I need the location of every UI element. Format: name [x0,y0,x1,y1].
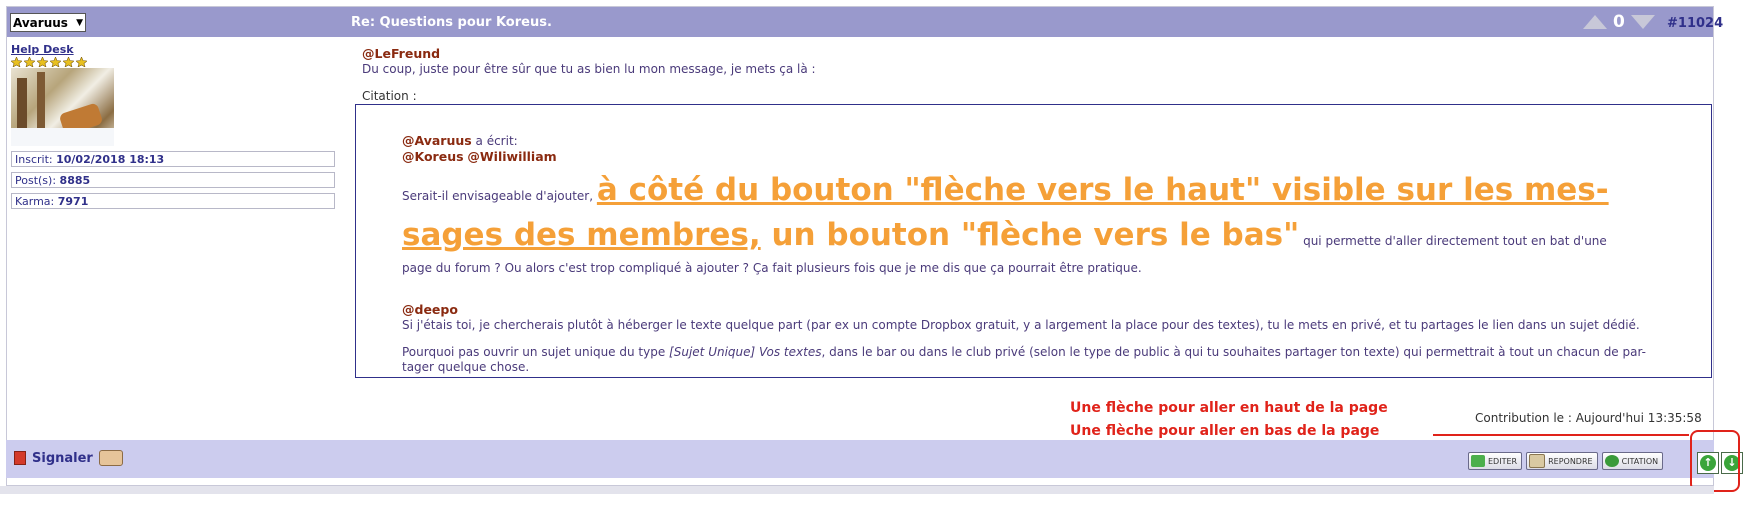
user-rank[interactable]: Help Desk [11,43,341,56]
quote-icon [1604,455,1619,467]
rank-star-icon [63,57,74,67]
rank-star-icon [11,57,22,67]
user-select-value: Avaruus [13,15,68,30]
vote-control: 0 [1583,12,1655,32]
moderation-icon[interactable] [98,450,123,466]
reply-button[interactable]: REPONDRE [1526,452,1598,470]
quote-highlight-paragraph: Serait-il envisageable d'ajouter, à côté… [402,172,1609,253]
annotation-down: Une flèche pour aller en bas de la page [1070,423,1380,439]
rank-star-icon [50,57,61,67]
rank-star-icon [76,57,87,67]
message-line: Du coup, juste pour être sûr que tu as b… [362,62,816,76]
mention-avaruus[interactable]: @Avaruus [402,133,472,148]
quote-button[interactable]: CITATION [1601,452,1664,470]
vote-count: 0 [1613,12,1625,32]
stat-karma: Karma: 7971 [11,193,335,209]
chevron-down-icon: ▼ [76,17,83,28]
rank-stars [11,57,341,67]
mention-koreus[interactable]: @Koreus [402,149,464,164]
contribution-date: Contribution le : Aujourd'hui 13:35:58 [1475,411,1702,425]
quote-paragraph: Pourquoi pas ouvrir un sujet unique du t… [402,345,1646,359]
edit-button[interactable]: EDITER [1468,452,1523,470]
reply-icon [1529,454,1546,468]
annotation-up: Une flèche pour aller en haut de la page [1070,400,1388,416]
pencil-icon [1471,455,1485,467]
highlight-text-2: sages des membres, [402,217,761,253]
stat-registered: Inscrit: 10/02/2018 18:13 [11,151,335,167]
highlight-text-3: un bouton "flèche vers le bas" [760,217,1300,253]
message-body: @LeFreund Du coup, juste pour être sûr q… [362,46,1712,104]
highlight-text-1: à côté du bouton "flèche vers le haut" v… [596,172,1609,208]
vote-up-icon[interactable] [1583,15,1607,29]
report-link[interactable]: Signaler [14,450,123,466]
post-footer: Signaler EDITER REPONDRE CITATION ↑ ↓ [6,440,1743,478]
post-number-link[interactable]: #11024 [1667,16,1723,31]
user-info: Help Desk Inscrit: 10/02/2018 18:13 Post… [11,43,341,209]
quote-deepo-line: Si j'étais toi, je chercherais plutôt à … [402,318,1640,332]
user-select[interactable]: Avaruus ▼ [10,13,86,32]
post-action-buttons: EDITER REPONDRE CITATION [1468,452,1664,470]
page-bottom-strip [0,486,1714,494]
post-title: Re: Questions pour Koreus. [351,15,552,30]
annotation-pointer-line [1433,434,1689,436]
stat-posts: Post(s): 8885 [11,172,335,188]
avatar [11,68,114,146]
mention-lefreund[interactable]: @LeFreund [362,46,440,61]
mention-wiliwilliam[interactable]: @Wiliwilliam [467,149,556,164]
flag-icon [14,451,26,465]
annotation-highlight-box [1690,430,1740,492]
vote-down-icon[interactable] [1630,15,1655,29]
rank-star-icon [24,57,35,67]
quote-paragraph-end: tager quelque chose. [402,360,530,374]
citation-label: Citation : [362,89,417,103]
mention-deepo[interactable]: @deepo [402,302,458,317]
post-header: Avaruus ▼ Re: Questions pour Koreus. 0 #… [7,7,1723,37]
quote-block: @Avaruus a écrit: @Koreus @Wiliwilliam S… [355,104,1712,378]
quote-line: page du forum ? Ou alors c'est trop comp… [402,261,1142,275]
rank-star-icon [37,57,48,67]
